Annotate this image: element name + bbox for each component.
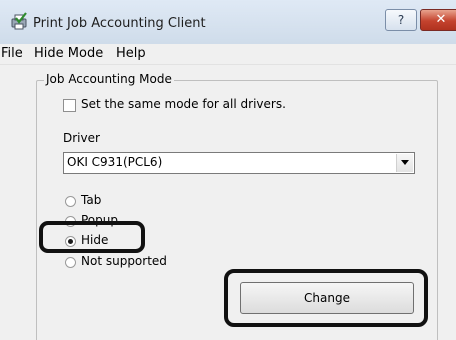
help-button[interactable]: ?: [385, 9, 417, 31]
title-bar[interactable]: Print Job Accounting Client ? ✕: [0, 0, 456, 44]
radio-not-supported-label[interactable]: Not supported: [81, 254, 167, 268]
chevron-down-icon: [401, 160, 409, 165]
same-mode-checkbox-label[interactable]: Set the same mode for all drivers.: [81, 97, 286, 111]
close-button[interactable]: ✕: [420, 9, 456, 31]
dropdown-arrow-button[interactable]: [396, 154, 413, 172]
radio-hide-label[interactable]: Hide: [81, 233, 108, 247]
menu-help[interactable]: Help: [116, 46, 146, 61]
radio-tab[interactable]: [65, 196, 76, 207]
menu-file[interactable]: File: [1, 46, 23, 61]
menu-bar: File Hide Mode Help: [0, 44, 456, 65]
change-button[interactable]: Change: [240, 282, 414, 314]
printer-check-icon: [11, 12, 27, 30]
radio-hide[interactable]: [65, 236, 76, 247]
driver-label: Driver: [63, 131, 100, 145]
radio-popup-label[interactable]: Popup: [81, 213, 118, 227]
same-mode-checkbox[interactable]: [63, 99, 76, 112]
radio-not-supported[interactable]: [65, 257, 76, 268]
group-label: Job Accounting Mode: [44, 72, 174, 86]
window-title: Print Job Accounting Client: [33, 16, 206, 31]
menu-hide-mode[interactable]: Hide Mode: [34, 46, 103, 61]
client-area: Job Accounting Mode Set the same mode fo…: [0, 65, 456, 340]
radio-popup[interactable]: [65, 216, 76, 227]
radio-tab-label[interactable]: Tab: [81, 193, 101, 207]
driver-dropdown-value: OKI C931(PCL6): [67, 155, 163, 169]
driver-dropdown[interactable]: OKI C931(PCL6): [63, 152, 415, 174]
print-job-accounting-window: Print Job Accounting Client ? ✕ File Hid…: [0, 0, 456, 340]
